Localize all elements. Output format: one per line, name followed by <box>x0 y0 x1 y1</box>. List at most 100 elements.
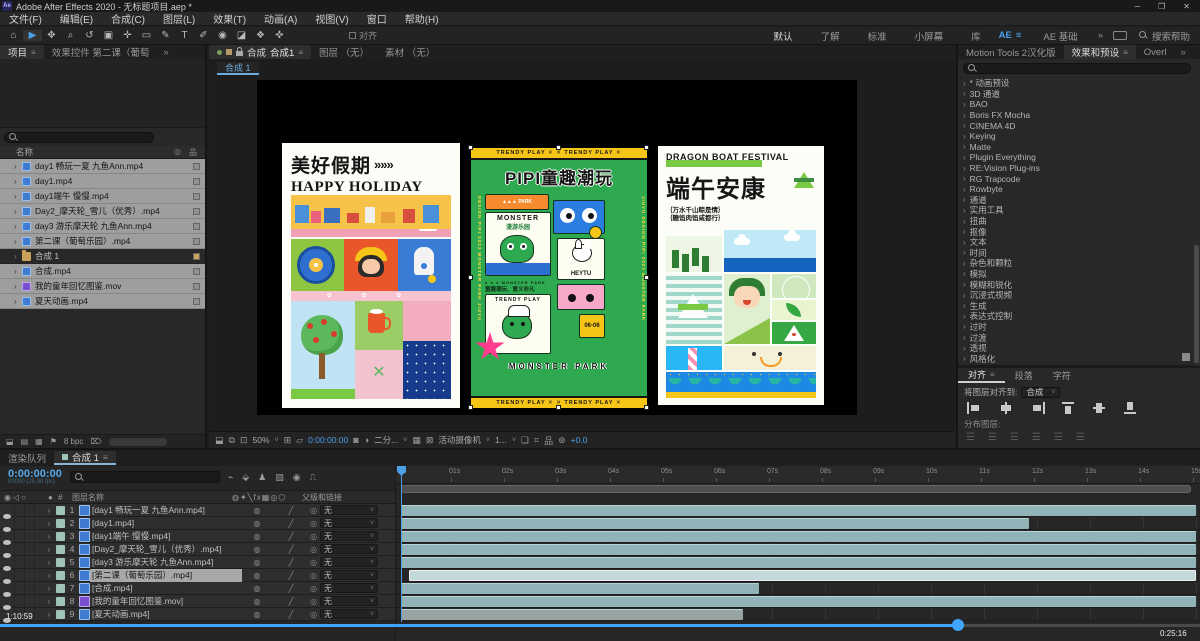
panel-menu-icon[interactable]: ≡ <box>1123 48 1128 57</box>
align-left-button[interactable] <box>966 402 984 414</box>
distribute-right-button[interactable]: ☰ <box>1076 432 1085 443</box>
poster-dragon-boat[interactable]: DRAGON BOAT FESTIVAL 端午安康 ｛万水千山粽是情｝ ｛糖馅肉… <box>658 146 824 405</box>
frame-blend-icon[interactable]: ▧ <box>275 472 284 483</box>
layer-duration-bar[interactable] <box>401 518 1029 529</box>
video-progress-knob[interactable] <box>952 619 964 631</box>
camera-dropdown[interactable]: 活动摄像机 <box>438 434 481 446</box>
layer-duration-bar[interactable] <box>401 583 759 594</box>
twist-icon[interactable]: › <box>14 192 22 201</box>
shape-tool[interactable]: ▭ <box>137 30 156 41</box>
parent-dropdown[interactable]: 无˅ <box>320 505 378 515</box>
layer-duration-bar[interactable] <box>401 596 1196 607</box>
label-color-swatch[interactable] <box>54 571 66 580</box>
twist-icon[interactable]: › <box>44 506 54 515</box>
twist-icon[interactable]: › <box>44 558 54 567</box>
menu-item[interactable]: 图层(L) <box>154 11 204 26</box>
layer-row[interactable]: ›1[day1 畅玩一夏 九鱼Ann.mp4]◍╱◎无˅ <box>0 504 395 517</box>
audio-cell[interactable] <box>14 543 24 556</box>
collapse-icon[interactable]: ◍ <box>242 571 272 580</box>
collapse-icon[interactable]: ◍ <box>242 558 272 567</box>
effect-category[interactable]: ›沉浸式视频 <box>958 290 1194 301</box>
solo-cell[interactable] <box>24 504 34 517</box>
maximize-button[interactable]: ❐ <box>1158 2 1165 11</box>
brush-tool[interactable]: ✐ <box>194 30 213 41</box>
selection-tool[interactable]: ▶ <box>23 30 42 41</box>
selection-handle[interactable] <box>644 145 649 150</box>
snap-option[interactable]: 对齐 <box>349 29 377 42</box>
tab-project[interactable]: 项目 ≡ <box>0 45 44 59</box>
quality-icon[interactable]: ╱ <box>272 571 310 580</box>
parent-link-column[interactable]: 父级和链接 <box>302 492 342 503</box>
menu-item[interactable]: 文件(F) <box>0 11 51 26</box>
timeline-link-icon[interactable]: ⌗ <box>534 435 539 446</box>
workspace-item[interactable]: 标准 <box>854 29 901 43</box>
exposure-value[interactable]: +0.0 <box>571 435 588 445</box>
twist-icon[interactable]: › <box>44 610 54 619</box>
effects-search-input[interactable] <box>963 63 1191 74</box>
effect-category[interactable]: ›文本 <box>958 237 1194 248</box>
label-color-swatch[interactable] <box>54 597 66 606</box>
lock-cell[interactable] <box>34 517 44 530</box>
menu-item[interactable]: 窗口 <box>358 11 396 26</box>
project-row[interactable]: ›夏天动画.mp4 <box>0 294 205 309</box>
distribute-h-center-button[interactable]: ☰ <box>1054 432 1063 443</box>
tab-footage[interactable]: 素材 （无） <box>377 45 443 59</box>
lock-cell[interactable] <box>34 569 44 582</box>
quality-icon[interactable]: ╱ <box>272 545 310 554</box>
camera-tool[interactable]: ▣ <box>99 30 118 41</box>
search-help[interactable]: 搜索帮助 <box>1139 29 1190 43</box>
adjust-icon[interactable]: ⚑ <box>50 437 57 446</box>
solo-cell[interactable] <box>24 595 34 608</box>
grid-guides-icon[interactable]: ⊞ <box>284 435 292 446</box>
effects-scrollbar[interactable] <box>1194 245 1199 363</box>
flowchart-icon[interactable]: 品 <box>544 434 553 447</box>
twist-icon[interactable]: › <box>14 162 22 171</box>
pickwhip-icon[interactable]: ◎ <box>310 545 317 554</box>
project-row[interactable]: ›第二课（葡萄乐园）.mp4 <box>0 234 205 249</box>
lock-cell[interactable] <box>34 582 44 595</box>
delete-icon[interactable]: ⌦ <box>90 437 101 446</box>
selection-handle[interactable] <box>556 405 561 410</box>
new-folder-icon[interactable]: ▤ <box>21 437 29 446</box>
tab-paragraph[interactable]: 段落 <box>1005 368 1043 383</box>
parent-dropdown[interactable]: 无˅ <box>320 609 378 619</box>
project-row[interactable]: ›合成.mp4 <box>0 264 205 279</box>
footer-slider[interactable] <box>109 438 167 446</box>
graph-editor-icon[interactable]: ⎍ <box>310 472 316 483</box>
project-row[interactable]: ›day1端午 慢慢.mp4 <box>0 189 205 204</box>
effect-category[interactable]: ›3D 通道 <box>958 89 1194 100</box>
pixel-aspect-icon[interactable]: ❏ <box>521 435 529 446</box>
pickwhip-icon[interactable]: ◎ <box>310 597 317 606</box>
puppet-tool[interactable]: ✜ <box>270 30 289 41</box>
project-row[interactable]: ›day1 畅玩一夏 九鱼Ann.mp4 <box>0 159 205 174</box>
layer-duration-bar[interactable] <box>401 531 1196 542</box>
collapse-icon[interactable]: ◍ <box>242 532 272 541</box>
effect-category[interactable]: ›RG Trapcode <box>958 173 1194 184</box>
menu-item[interactable]: 帮助(H) <box>396 11 448 26</box>
eraser-tool[interactable]: ◪ <box>232 30 251 41</box>
workspace-ae[interactable]: AE <box>995 30 1016 41</box>
effect-category[interactable]: ›Plugin Everything <box>958 152 1194 163</box>
fast-previews-icon[interactable]: ▦ <box>412 435 421 446</box>
motion-blur-icon[interactable]: ◉ <box>293 472 301 483</box>
quality-icon[interactable]: ╱ <box>272 610 310 619</box>
menu-item[interactable]: 动画(A) <box>255 11 306 26</box>
lock-icon[interactable] <box>236 51 243 56</box>
tab-character[interactable]: 字符 <box>1043 368 1081 383</box>
parent-dropdown[interactable]: 无˅ <box>320 531 378 541</box>
parent-dropdown[interactable]: 无˅ <box>320 557 378 567</box>
audio-cell[interactable] <box>14 504 24 517</box>
effect-category[interactable]: ›抠像 <box>958 226 1194 237</box>
resolution-dropdown[interactable]: 二分... <box>374 434 398 446</box>
selection-handle[interactable] <box>556 145 561 150</box>
twist-icon[interactable]: › <box>44 584 54 593</box>
poster-pipi-selected[interactable]: TRENDY PLAY ✕ ✕ TRENDY PLAY ✕ PIPI童趣潮玩 D… <box>471 148 647 408</box>
workspace-item[interactable]: 库 <box>957 29 995 43</box>
playhead-line[interactable] <box>401 466 402 622</box>
composition-stage[interactable]: 美好假期»»» HAPPY HOLIDAY <box>257 80 857 415</box>
interpret-footage-icon[interactable]: ⬓ <box>6 437 14 446</box>
effect-category[interactable]: ›杂色和颗粒 <box>958 258 1194 269</box>
twist-icon[interactable]: › <box>44 532 54 541</box>
channel-icon[interactable]: ◑ <box>364 435 369 445</box>
parent-dropdown[interactable]: 无˅ <box>320 596 378 606</box>
